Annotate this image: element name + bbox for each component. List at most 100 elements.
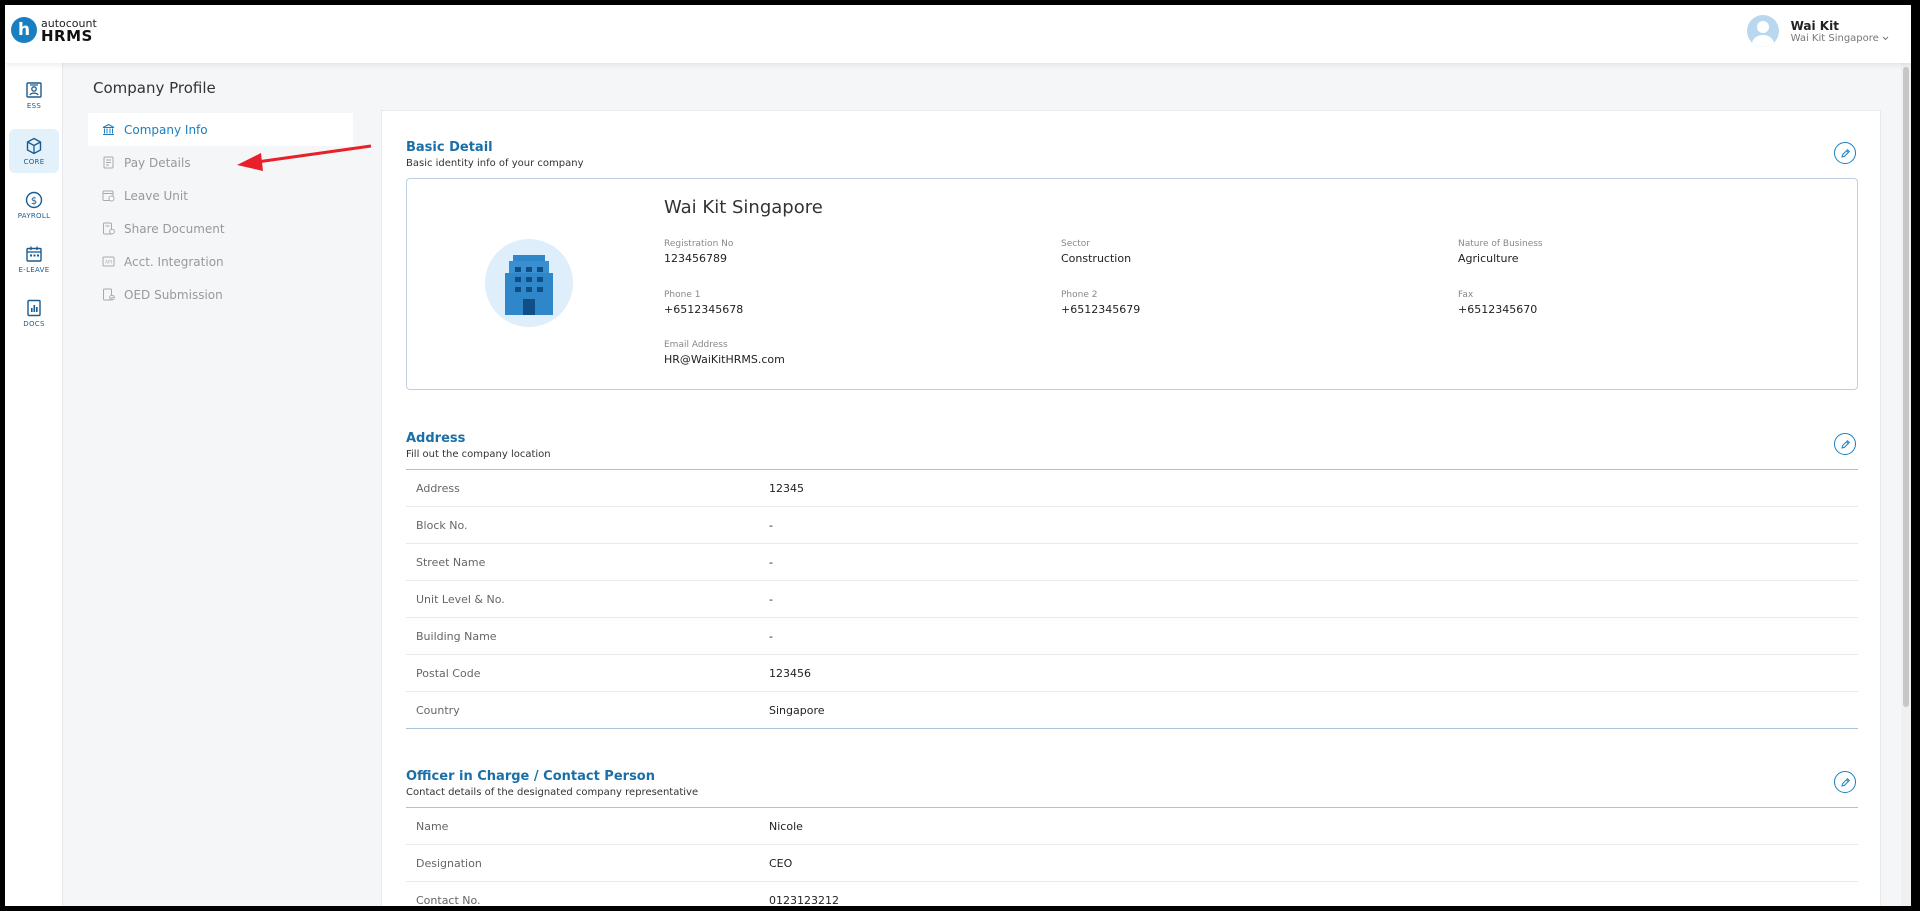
page-title: Company Profile xyxy=(93,79,216,97)
app-window: h autocount HRMS Wai Kit Wai Kit Singapo… xyxy=(5,5,1911,906)
rail-label-eleave: E-LEAVE xyxy=(18,265,50,274)
rail-item-docs[interactable]: DOCS xyxy=(9,291,59,335)
logo-mark-icon: h xyxy=(11,17,37,43)
company-profile-card: Basic Detail Basic identity info of your… xyxy=(381,110,1881,906)
table-row: Name Nicole xyxy=(406,808,1858,845)
edit-officer-button[interactable] xyxy=(1834,771,1856,793)
row-label: Contact No. xyxy=(416,894,481,906)
bank-icon xyxy=(102,123,115,135)
row-label: Country xyxy=(416,703,460,717)
row-value: 123456 xyxy=(769,666,811,680)
registration-value: 123456789 xyxy=(664,252,727,265)
row-value: 12345 xyxy=(769,481,804,495)
phone1-field: Phone 1 +6512345678 xyxy=(664,290,743,316)
company-logo xyxy=(485,239,573,327)
officer-title: Officer in Charge / Contact Person xyxy=(406,769,655,784)
rail-item-eleave[interactable]: E-LEAVE xyxy=(9,237,59,281)
address-title: Address xyxy=(406,431,466,446)
logo-big-text: HRMS xyxy=(41,27,93,45)
pencil-icon xyxy=(1840,439,1850,449)
subnav-item-acct-integration[interactable]: API Acct. Integration xyxy=(88,245,353,278)
phone1-value: +6512345678 xyxy=(664,303,744,316)
dollar-circle-icon: $ xyxy=(25,191,43,208)
pencil-icon xyxy=(1840,148,1850,158)
fax-label: Fax xyxy=(1458,290,1474,300)
table-row: Postal Code 123456 xyxy=(406,655,1858,692)
rail-item-core[interactable]: CORE xyxy=(9,129,59,173)
rail-item-ess[interactable]: ESS xyxy=(9,73,59,117)
table-row: Designation CEO xyxy=(406,845,1858,882)
rail-label-core: CORE xyxy=(23,157,45,166)
sector-field: Sector Construction xyxy=(1061,239,1131,265)
fax-value: +6512345670 xyxy=(1458,303,1538,316)
registration-label: Registration No xyxy=(664,239,734,249)
document-chart-icon xyxy=(27,299,41,316)
top-bar: h autocount HRMS Wai Kit Wai Kit Singapo… xyxy=(5,5,1911,63)
chevron-down-icon xyxy=(1882,36,1889,40)
subnav-item-leave-unit[interactable]: Leave Unit xyxy=(88,179,353,212)
table-row: Building Name - xyxy=(406,618,1858,655)
table-row: Unit Level & No. - xyxy=(406,581,1858,618)
subnav-label: Pay Details xyxy=(124,155,191,170)
edit-basic-detail-button[interactable] xyxy=(1834,142,1856,164)
email-label: Email Address xyxy=(664,340,728,350)
row-value: - xyxy=(769,629,773,643)
edit-address-button[interactable] xyxy=(1834,433,1856,455)
rail-label-docs: DOCS xyxy=(23,319,45,328)
row-label: Postal Code xyxy=(416,666,481,680)
row-value: Singapore xyxy=(769,703,825,717)
phone1-label: Phone 1 xyxy=(664,290,701,300)
sector-value: Construction xyxy=(1061,252,1132,265)
avatar xyxy=(1746,15,1779,47)
address-subtitle: Fill out the company location xyxy=(406,449,551,460)
basic-detail-subtitle: Basic identity info of your company xyxy=(406,158,584,169)
row-label: Unit Level & No. xyxy=(416,592,505,606)
user-menu[interactable]: Wai Kit Wai Kit Singapore xyxy=(1746,15,1889,47)
subnav-item-company-info[interactable]: Company Info xyxy=(88,113,353,146)
rail-label-ess: ESS xyxy=(26,101,42,110)
user-company: Wai Kit Singapore xyxy=(1791,33,1889,44)
id-card-icon xyxy=(26,81,42,98)
subnav-item-oed-submission[interactable]: OED Submission xyxy=(88,278,353,311)
sector-label: Sector xyxy=(1061,239,1090,249)
subnav-label: Acct. Integration xyxy=(124,254,224,269)
row-value: - xyxy=(769,518,773,532)
row-label: Block No. xyxy=(416,518,468,532)
annotation-arrow-icon xyxy=(237,144,372,171)
basic-detail-panel: Wai Kit Singapore Registration No 123456… xyxy=(406,178,1858,390)
document-check-icon xyxy=(103,288,115,301)
table-row: Contact No. 0123123212 xyxy=(406,882,1858,906)
email-field: Email Address HR@WaiKitHRMS.com xyxy=(664,340,785,366)
svg-text:$: $ xyxy=(31,196,37,207)
document-share-icon xyxy=(103,222,115,235)
subnav-label: Share Document xyxy=(124,221,225,236)
table-row: Street Name - xyxy=(406,544,1858,581)
row-value: Nicole xyxy=(769,819,803,833)
user-name: Wai Kit xyxy=(1790,18,1839,33)
receipt-icon xyxy=(103,156,114,169)
basic-detail-title: Basic Detail xyxy=(406,140,493,155)
officer-table: Name Nicole Designation CEO Contact No. 012… xyxy=(406,807,1858,906)
nature-value: Agriculture xyxy=(1458,252,1519,265)
app-logo[interactable]: h autocount HRMS xyxy=(11,17,97,45)
subnav-label: OED Submission xyxy=(124,287,223,302)
registration-field: Registration No 123456789 xyxy=(664,239,733,265)
scrollbar-thumb[interactable] xyxy=(1903,67,1909,707)
page-scrollbar[interactable] xyxy=(1901,63,1911,906)
rail-label-payroll: PAYROLL xyxy=(17,211,51,220)
company-name: Wai Kit Singapore xyxy=(664,197,823,218)
row-label: Street Name xyxy=(416,555,486,569)
calendar-clock-icon xyxy=(102,190,115,202)
phone2-value: +6512345679 xyxy=(1061,303,1141,316)
subnav-item-share-document[interactable]: Share Document xyxy=(88,212,353,245)
user-company-label: Wai Kit Singapore xyxy=(1790,32,1879,44)
subnav-label: Company Info xyxy=(124,122,208,137)
row-label: Address xyxy=(416,481,460,495)
rail-item-payroll[interactable]: $ PAYROLL xyxy=(9,183,59,227)
row-label: Building Name xyxy=(416,629,497,643)
address-table: Address 12345 Block No. - Street Name - Uni… xyxy=(406,469,1858,729)
phone2-field: Phone 2 +6512345679 xyxy=(1061,290,1140,316)
calendar-icon xyxy=(26,246,42,262)
row-label: Name xyxy=(416,819,449,833)
nature-field: Nature of Business Agriculture xyxy=(1458,239,1543,265)
